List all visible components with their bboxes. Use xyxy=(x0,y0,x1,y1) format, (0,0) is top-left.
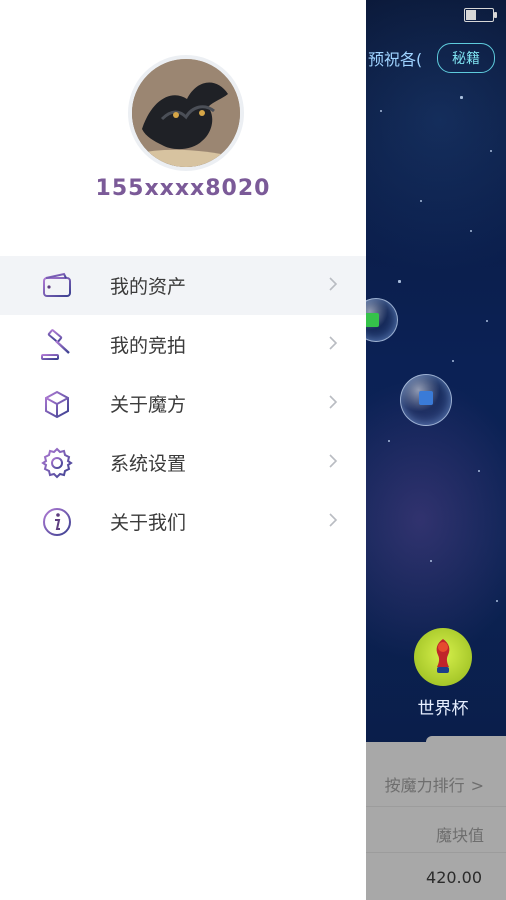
star xyxy=(490,150,492,152)
divider xyxy=(366,852,506,853)
drawer-menu: 我的资产 我的竞拍 关于魔方 系统设置 关于我们 xyxy=(0,256,366,551)
menu-item-label: 我的竞拍 xyxy=(110,335,187,357)
menu-item-my-assets[interactable]: 我的资产 xyxy=(0,256,366,315)
menu-item-about-us[interactable]: 关于我们 xyxy=(0,492,366,551)
chevron-right-icon xyxy=(329,336,338,350)
star xyxy=(478,470,480,472)
menu-item-my-auctions[interactable]: 我的竞拍 xyxy=(0,315,366,374)
avatar[interactable] xyxy=(128,55,244,171)
star xyxy=(460,96,463,99)
star xyxy=(430,560,432,562)
chevron-right-icon: > xyxy=(470,776,484,795)
cube-value: 420.00 xyxy=(426,868,482,887)
battery-icon xyxy=(464,8,497,22)
menu-item-label: 关于我们 xyxy=(110,512,187,534)
star xyxy=(420,200,422,202)
rank-link-label: 按魔力排行 xyxy=(384,776,465,795)
gear-icon xyxy=(40,446,74,480)
chevron-right-icon xyxy=(329,277,338,291)
star xyxy=(388,440,390,442)
side-drawer: 155xxxx8020 我的资产 我的竞拍 关于魔方 系统设置 关于我们 xyxy=(0,0,366,900)
rank-by-magic-link[interactable]: 按魔力排行 > xyxy=(385,772,484,796)
menu-item-settings[interactable]: 系统设置 xyxy=(0,433,366,492)
secret-button[interactable]: 秘籍 xyxy=(437,43,495,73)
star xyxy=(380,110,382,112)
worldcup-label: 世界杯 xyxy=(417,699,469,719)
cube-icon xyxy=(40,387,74,421)
worldcup-trophy-icon xyxy=(436,639,450,673)
chevron-right-icon xyxy=(329,454,338,468)
star xyxy=(452,360,454,362)
menu-item-about-cube[interactable]: 关于魔方 xyxy=(0,374,366,433)
star xyxy=(470,230,472,232)
blue-gem-icon xyxy=(419,391,433,405)
star xyxy=(496,600,498,602)
info-icon xyxy=(40,505,74,539)
bottom-panel: 按魔力排行 > 魔块值 420.00 xyxy=(366,736,506,900)
auction-gavel-icon xyxy=(40,328,74,362)
user-phone: 155xxxx8020 xyxy=(95,176,271,201)
menu-item-label: 系统设置 xyxy=(110,453,187,475)
marquee-text: 预祝各( xyxy=(368,50,423,69)
divider xyxy=(366,806,506,807)
gem-bubble-blue[interactable] xyxy=(400,374,452,426)
worldcup-button[interactable] xyxy=(414,628,472,686)
menu-item-label: 关于魔方 xyxy=(110,394,187,416)
chevron-right-icon xyxy=(329,513,338,527)
green-gem-icon xyxy=(365,313,379,327)
cube-value-label: 魔块值 xyxy=(435,826,484,845)
star xyxy=(398,280,401,283)
menu-item-label: 我的资产 xyxy=(110,276,187,298)
star xyxy=(486,320,488,322)
wallet-icon xyxy=(40,269,74,303)
chevron-right-icon xyxy=(329,395,338,409)
dragon-avatar-icon xyxy=(132,59,240,167)
